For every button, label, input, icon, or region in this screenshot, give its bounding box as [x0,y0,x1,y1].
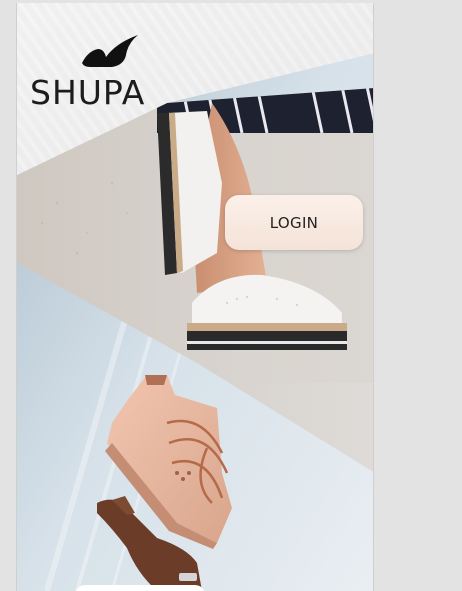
login-button[interactable]: LOGIN [225,195,363,250]
bottom-sheet-handle[interactable] [75,585,205,591]
shoe-swoosh-icon [82,35,138,67]
brand-name: SHUPA [30,73,146,112]
brand-logo: SHUPA [30,33,160,113]
app-frame: SHUPA LOGIN [16,3,374,591]
window-background [374,0,462,591]
